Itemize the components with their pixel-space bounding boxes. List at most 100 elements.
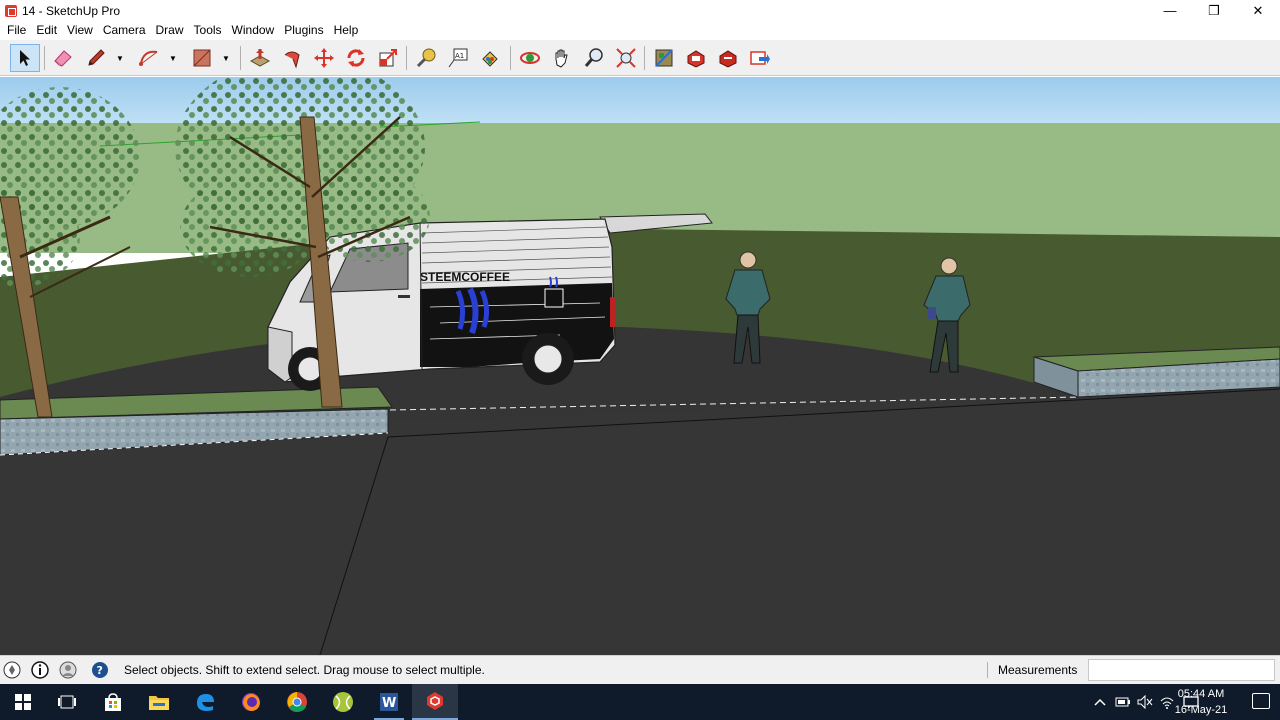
geo-location-icon[interactable] [3, 661, 21, 679]
file-explorer-icon [149, 696, 169, 710]
rectangle-tool-dropdown[interactable]: ▼ [221, 44, 231, 72]
svg-text:A1: A1 [455, 52, 464, 60]
rotate-tool-button[interactable] [342, 44, 370, 72]
arc-icon [139, 50, 158, 66]
line-tool-dropdown[interactable]: ▼ [115, 44, 125, 72]
rotate-icon [347, 49, 365, 67]
scale-tool-button[interactable] [374, 44, 402, 72]
credits-info-icon[interactable] [31, 661, 49, 679]
scale-icon [379, 49, 397, 67]
pan-tool-button[interactable] [548, 44, 576, 72]
follow-me-icon [284, 51, 300, 69]
scene-canvas: STEEMCOFFEE [0, 77, 1280, 655]
extension-manager-tool-button[interactable] [714, 44, 742, 72]
tray-overflow-button[interactable] [1092, 684, 1108, 720]
store-app[interactable] [90, 684, 136, 720]
clock-time: 05:44 AM [1177, 688, 1225, 700]
sketchup-icon [427, 692, 443, 710]
chrome-app[interactable] [274, 684, 320, 720]
firefox-icon [242, 693, 260, 711]
battery-tray[interactable] [1114, 684, 1132, 720]
user-account-icon[interactable] [59, 661, 77, 679]
push-pull-tool-button[interactable] [246, 44, 274, 72]
minimize-button[interactable]: — [1148, 0, 1192, 21]
paint-bucket-icon [482, 51, 498, 67]
edge-icon [197, 694, 214, 711]
edge-app[interactable] [182, 684, 228, 720]
paint-bucket-tool-button[interactable] [476, 44, 504, 72]
start-button[interactable] [0, 684, 46, 720]
push-pull-icon [249, 49, 271, 67]
menu-file[interactable]: File [2, 21, 31, 40]
send-to-layout-icon [750, 51, 770, 65]
sketchup-taskbar-app[interactable] [412, 684, 458, 720]
maximize-button[interactable]: ❐ [1192, 0, 1236, 21]
zoom-tool-button[interactable] [580, 44, 608, 72]
close-button[interactable]: ✕ [1236, 0, 1280, 21]
3d-warehouse-icon [655, 49, 673, 67]
move-tool-button[interactable] [310, 44, 338, 72]
task-view-icon [58, 695, 76, 709]
svg-text:W: W [382, 696, 396, 711]
zoom-icon [584, 48, 603, 67]
action-center-button[interactable] [1252, 693, 1270, 709]
task-view-button[interactable] [44, 684, 90, 720]
title-bar: 14 - SketchUp Pro — ❐ ✕ [0, 0, 1280, 21]
volume-tray[interactable] [1136, 684, 1154, 720]
battery-icon [1115, 697, 1130, 707]
pan-hand-icon [555, 49, 568, 68]
select-tool-button[interactable] [10, 44, 40, 72]
send-to-layout-tool-button[interactable] [746, 44, 774, 72]
zoom-extents-icon [616, 48, 636, 68]
text-tool-button[interactable]: A1 [444, 44, 472, 72]
extension-warehouse-tool-button[interactable] [682, 44, 710, 72]
sketchup-app-icon [5, 4, 17, 17]
menu-plugins[interactable]: Plugins [279, 21, 328, 40]
text-icon: A1 [448, 48, 468, 68]
eraser-tool-button[interactable] [48, 44, 78, 72]
pencil-icon [88, 49, 105, 66]
arc-tool-dropdown[interactable]: ▼ [168, 44, 178, 72]
menu-view[interactable]: View [62, 21, 98, 40]
help-icon[interactable]: ? [91, 661, 109, 679]
word-app[interactable]: W [366, 684, 412, 720]
file-explorer-app[interactable] [136, 684, 182, 720]
firefox-app[interactable] [228, 684, 274, 720]
extension-manager-icon [719, 50, 737, 68]
menu-window[interactable]: Window [227, 21, 280, 40]
arc-tool-button[interactable] [135, 44, 163, 72]
select-arrow-icon [20, 50, 30, 66]
measurements-input[interactable] [1088, 659, 1275, 681]
measurements-label: Measurements [998, 663, 1078, 677]
large-tool-set-toolbar: ▼ ▼ ▼ A1 [0, 40, 1280, 76]
rectangle-tool-button[interactable] [188, 44, 216, 72]
tape-measure-tool-button[interactable] [412, 44, 440, 72]
menu-camera[interactable]: Camera [98, 21, 151, 40]
model-viewport[interactable]: STEEMCOFFEE [0, 77, 1280, 655]
menu-tools[interactable]: Tools [189, 21, 227, 40]
word-icon: W [380, 693, 398, 711]
window-controls: — ❐ ✕ [1148, 0, 1280, 21]
window-title: 14 - SketchUp Pro [22, 3, 121, 18]
extension-warehouse-icon [687, 50, 705, 68]
line-tool-button[interactable] [82, 44, 110, 72]
van-brand-text: STEEMCOFFEE [420, 270, 510, 284]
menu-draw[interactable]: Draw [151, 21, 189, 40]
status-bar: ? Select objects. Shift to extend select… [0, 655, 1280, 684]
system-clock[interactable]: 05:44 AM 16-May-21 [1166, 686, 1236, 718]
menu-edit[interactable]: Edit [31, 21, 62, 40]
tennis-ball-app-icon [333, 692, 353, 712]
tennis-ball-app[interactable] [320, 684, 366, 720]
volume-muted-icon [1137, 695, 1153, 709]
warehouse-tool-button[interactable] [650, 44, 678, 72]
windows-taskbar: W 05:44 AM 16-May-21 [0, 684, 1280, 720]
eraser-icon [54, 50, 72, 67]
orbit-tool-button[interactable] [516, 44, 544, 72]
orbit-icon [520, 52, 540, 64]
status-message: Select objects. Shift to extend select. … [124, 663, 485, 677]
menu-help[interactable]: Help [329, 21, 364, 40]
zoom-extents-tool-button[interactable] [612, 44, 640, 72]
follow-me-tool-button[interactable] [278, 44, 306, 72]
store-icon [105, 693, 121, 711]
start-icon [15, 694, 31, 710]
